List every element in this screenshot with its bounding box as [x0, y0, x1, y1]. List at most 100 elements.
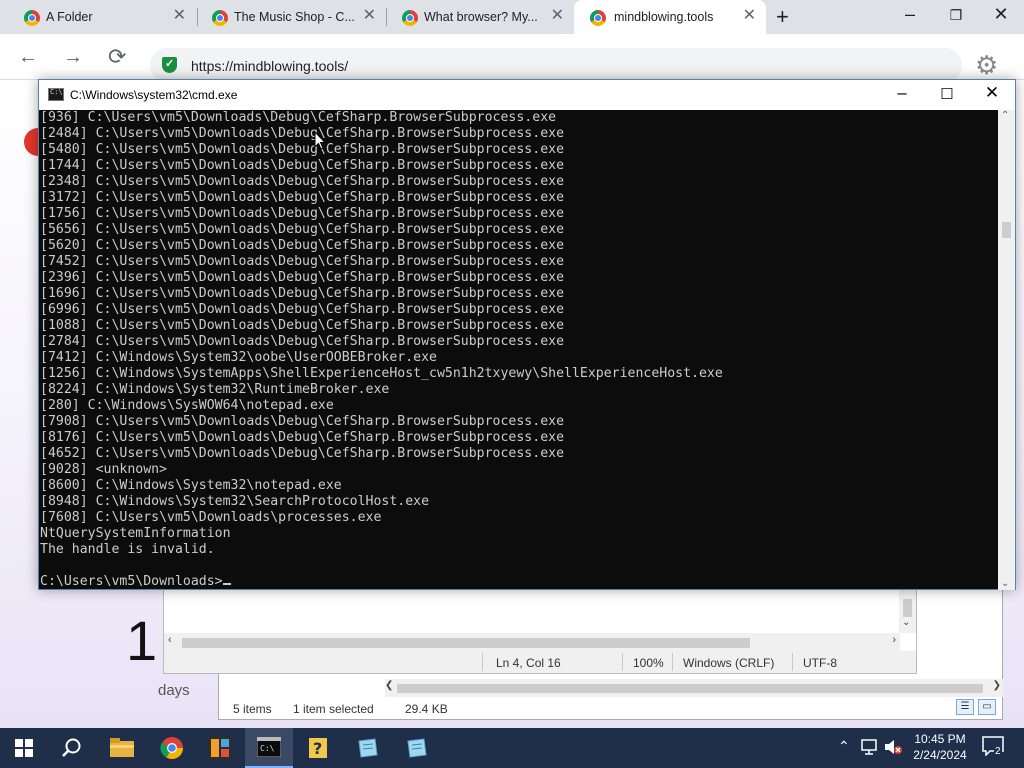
cmd-title: C:\Windows\system32\cmd.exe — [70, 88, 238, 102]
scroll-thumb[interactable] — [397, 684, 983, 693]
scroll-thumb[interactable] — [182, 638, 750, 648]
cursor-position: Ln 4, Col 16 — [496, 656, 561, 670]
chrome-favicon-icon — [24, 10, 40, 26]
tab-music-shop[interactable]: The Music Shop - C... ✕ — [188, 0, 386, 34]
large-icons-view-icon[interactable]: ▭ — [978, 699, 996, 715]
divider — [482, 653, 483, 671]
console-line: [3172] C:\Users\vm5\Downloads\Debug\CefS… — [40, 190, 565, 205]
taskbar: C:\ ? ⌃ 10:45 PM 2/24/2024 2 — [0, 728, 1024, 768]
console-line: NtQuerySystemInformation — [40, 526, 231, 541]
tab-a-folder[interactable]: A Folder ✕ — [0, 0, 196, 34]
scroll-left-icon[interactable]: ❮ — [385, 680, 393, 691]
console-line: [8176] C:\Users\vm5\Downloads\Debug\CefS… — [40, 430, 565, 445]
console-line: [1756] C:\Users\vm5\Downloads\Debug\CefS… — [40, 206, 565, 221]
clock-time: 10:45 PM — [914, 732, 966, 746]
volume-muted-icon[interactable] — [883, 738, 903, 768]
console-line: [1256] C:\Windows\SystemApps\ShellExperi… — [40, 366, 723, 381]
console-output[interactable]: [936] C:\Users\vm5\Downloads\Debug\CefSh… — [39, 110, 999, 590]
svg-text:C:\: C:\ — [260, 744, 275, 753]
explorer-horizontal-scrollbar[interactable]: ❮ ❯ — [385, 679, 1003, 697]
chrome-favicon-icon — [590, 10, 606, 26]
divider — [792, 653, 793, 671]
scroll-thumb[interactable] — [903, 599, 912, 617]
system-clock[interactable]: 10:45 PM 2/24/2024 — [908, 731, 972, 763]
tab-mindblowing-tools[interactable]: mindblowing.tools ✕ — [574, 0, 766, 34]
close-tab-icon[interactable]: ✕ — [363, 8, 376, 24]
notification-count: 2 — [994, 746, 1002, 757]
search-icon[interactable] — [48, 728, 96, 768]
chrome-icon[interactable] — [148, 728, 196, 768]
close-tab-icon[interactable]: ✕ — [743, 8, 756, 24]
scroll-left-icon[interactable]: ‹ — [168, 634, 172, 646]
close-tab-icon[interactable]: ✕ — [551, 8, 564, 24]
console-line: [4652] C:\Users\vm5\Downloads\Debug\CefS… — [40, 446, 565, 461]
network-icon[interactable] — [860, 738, 878, 768]
console-line: [1088] C:\Users\vm5\Downloads\Debug\CefS… — [40, 318, 565, 333]
notepad-icon[interactable] — [343, 728, 391, 768]
restore-icon[interactable]: ❐ — [941, 7, 971, 24]
address-bar[interactable]: https://mindblowing.tools/ — [150, 48, 962, 82]
selection-size: 29.4 KB — [405, 702, 448, 716]
chevron-up-icon[interactable]: ⌃ — [838, 738, 850, 768]
chrome-favicon-icon — [212, 10, 228, 26]
tab-what-browser[interactable]: What browser? My... ✕ — [378, 0, 574, 34]
scroll-up-icon[interactable]: ⌃ — [1001, 110, 1009, 121]
new-tab-button[interactable]: + — [776, 4, 789, 30]
text-cursor — [222, 583, 231, 585]
console-line: [936] C:\Users\vm5\Downloads\Debug\CefSh… — [40, 110, 557, 125]
notepad-icon[interactable] — [392, 728, 440, 768]
tab-label: The Music Shop - C... — [234, 10, 355, 24]
cmd-app-icon — [48, 88, 64, 101]
svg-text:?: ? — [313, 739, 322, 758]
countdown-days-label: days — [158, 682, 190, 699]
console-line: [280] C:\Windows\SysWOW64\notepad.exe — [40, 398, 334, 413]
notepad-horizontal-scrollbar[interactable]: ‹ › — [164, 633, 900, 651]
console-line: [5480] C:\Users\vm5\Downloads\Debug\CefS… — [40, 142, 565, 157]
console-line: [5656] C:\Users\vm5\Downloads\Debug\CefS… — [40, 222, 565, 237]
clock-date: 2/24/2024 — [913, 748, 967, 762]
notification-center-icon[interactable]: 2 — [982, 736, 1008, 760]
tab-label: A Folder — [46, 10, 93, 24]
scroll-right-icon[interactable]: › — [892, 634, 896, 646]
console-line: [2484] C:\Users\vm5\Downloads\Debug\CefS… — [40, 126, 565, 141]
minimize-icon[interactable]: – — [895, 4, 925, 25]
app-tiles-icon[interactable] — [196, 728, 244, 768]
windows-start-icon[interactable] — [0, 728, 48, 768]
console-line: [6996] C:\Users\vm5\Downloads\Debug\CefS… — [40, 302, 565, 317]
console-prompt-line[interactable]: C:\Users\vm5\Downloads> — [40, 574, 999, 590]
arrow-left-icon[interactable]: ← — [18, 46, 38, 69]
selection-count: 1 item selected — [293, 702, 374, 716]
cmd-vertical-scrollbar[interactable]: ⌃ ⌄ — [998, 110, 1015, 590]
divider — [622, 653, 623, 671]
console-line: [5620] C:\Users\vm5\Downloads\Debug\CefS… — [40, 238, 565, 253]
console-line: [8600] C:\Windows\System32\notepad.exe — [40, 478, 342, 493]
close-window-icon[interactable]: ✕ — [977, 83, 1007, 103]
cmd-taskbar-icon[interactable]: C:\ — [245, 728, 293, 768]
close-window-icon[interactable]: ✕ — [986, 4, 1016, 25]
gear-icon[interactable]: ⚙ — [975, 50, 998, 81]
arrow-right-icon[interactable]: → — [63, 46, 83, 69]
console-prompt: C:\Users\vm5\Downloads> — [40, 574, 223, 589]
help-document-icon[interactable]: ? — [294, 728, 342, 768]
maximize-icon[interactable]: ☐ — [932, 85, 962, 103]
scroll-down-icon[interactable]: ⌄ — [1001, 578, 1009, 589]
scroll-down-icon[interactable]: ⌄ — [902, 617, 910, 628]
encoding: UTF-8 — [803, 656, 837, 670]
scroll-thumb[interactable] — [1002, 222, 1011, 238]
minimize-icon[interactable]: – — [887, 83, 917, 103]
zoom-level[interactable]: 100% — [633, 656, 664, 670]
console-line: [1744] C:\Users\vm5\Downloads\Debug\CefS… — [40, 158, 565, 173]
notepad-vertical-scrollbar[interactable]: ⌄ — [899, 589, 916, 633]
cmd-title-bar[interactable]: C:\Windows\system32\cmd.exe – ☐ ✕ — [39, 80, 1015, 110]
close-tab-icon[interactable]: ✕ — [173, 8, 186, 24]
file-explorer-icon[interactable] — [98, 728, 146, 768]
console-line: [7412] C:\Windows\System32\oobe\UserOOBE… — [40, 350, 437, 365]
explorer-status-bar: 5 items 1 item selected 29.4 KB — [219, 697, 1002, 719]
scroll-right-icon[interactable]: ❯ — [993, 680, 1001, 691]
url-text: https://mindblowing.tools/ — [191, 58, 349, 74]
view-toggle: ☰ ▭ — [956, 699, 996, 715]
details-view-icon[interactable]: ☰ — [956, 699, 974, 715]
cmd-window[interactable]: C:\Windows\system32\cmd.exe – ☐ ✕ [936] … — [38, 79, 1016, 590]
reload-icon[interactable]: ⟳ — [108, 44, 126, 70]
